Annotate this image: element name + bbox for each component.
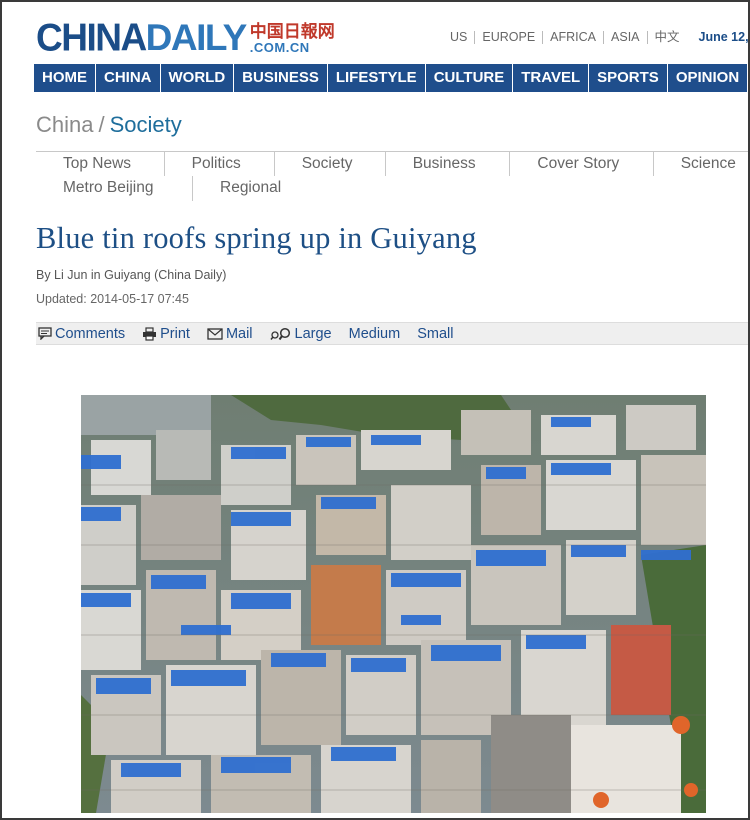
header-date: June 12,	[698, 30, 749, 44]
print-label: Print	[160, 325, 190, 342]
subnav-regional[interactable]: Regional	[193, 176, 323, 201]
nav-opinion[interactable]: OPINION	[668, 64, 748, 92]
subnav-metro-beijing[interactable]: Metro Beijing	[36, 176, 193, 201]
breadcrumb-separator: /	[98, 112, 105, 137]
logo-chinese-text: 中国日報网	[249, 22, 335, 42]
subnav-cover-story[interactable]: Cover Story	[510, 152, 654, 176]
nav-home[interactable]: HOME	[34, 64, 96, 92]
nav-business[interactable]: BUSINESS	[234, 64, 328, 92]
nav-sports[interactable]: SPORTS	[589, 64, 668, 92]
print-button[interactable]: Print	[142, 326, 190, 342]
comments-button[interactable]: Comments	[38, 326, 125, 342]
mail-icon	[207, 327, 223, 340]
subnav-top-news[interactable]: Top News	[36, 152, 165, 176]
print-icon	[142, 326, 157, 341]
logo-china-text: CHINA	[36, 15, 147, 59]
font-large-label: Large	[294, 325, 332, 342]
subnav-politics[interactable]: Politics	[165, 152, 275, 176]
edition-africa[interactable]: AFRICA	[542, 30, 603, 44]
subnav-row: Top News Politics Society Business Cover…	[36, 151, 748, 176]
nav-travel[interactable]: TRAVEL	[513, 64, 590, 92]
nav-china[interactable]: CHINA	[96, 64, 161, 92]
main-nav: HOME CHINA WORLD BUSINESS LIFESTYLE CULT…	[34, 64, 748, 92]
article-photo	[81, 395, 706, 813]
article-byline: By Li Jun in Guiyang (China Daily)	[36, 268, 227, 282]
subnav-row: Metro Beijing Regional	[36, 176, 748, 201]
logo-domain: 中国日報网 .COM.CN	[250, 24, 335, 56]
font-small-button[interactable]: Small	[417, 326, 453, 342]
nav-world[interactable]: WORLD	[161, 64, 235, 92]
photo-guiyang-rooftops	[81, 395, 706, 813]
article-title: Blue tin roofs spring up in Guiyang	[36, 221, 477, 255]
edition-europe[interactable]: EUROPE	[474, 30, 542, 44]
zoom-icon	[269, 327, 292, 341]
mail-label: Mail	[225, 325, 253, 342]
article-updated: Updated: 2014-05-17 07:45	[36, 292, 189, 306]
subnav-business[interactable]: Business	[386, 152, 511, 176]
mail-button[interactable]: Mail	[207, 326, 253, 342]
site-logo[interactable]: CHINA DAILY 中国日報网 .COM.CN	[36, 15, 335, 59]
breadcrumb-china[interactable]: China	[36, 112, 93, 137]
font-large-button[interactable]: Large	[269, 325, 332, 342]
article-toolbar: Comments Print Mail Large Medium Small	[36, 322, 748, 345]
subnav-society[interactable]: Society	[275, 152, 386, 176]
site-header: CHINA DAILY 中国日報网 .COM.CN US EUROPE AFRIC…	[2, 2, 749, 64]
nav-culture[interactable]: CULTURE	[426, 64, 514, 92]
section-subnav: Top News Politics Society Business Cover…	[36, 151, 748, 201]
subnav-science[interactable]: Science	[654, 152, 748, 176]
logo-domain-text: .COM.CN	[249, 40, 310, 55]
page-frame: CHINA DAILY 中国日報网 .COM.CN US EUROPE AFRIC…	[0, 0, 750, 820]
edition-asia[interactable]: ASIA	[603, 30, 647, 44]
breadcrumb-society[interactable]: Society	[110, 112, 182, 137]
edition-chinese[interactable]: 中文	[646, 30, 687, 44]
font-medium-button[interactable]: Medium	[349, 326, 401, 342]
breadcrumb: China / Society	[36, 112, 182, 138]
comments-icon	[38, 327, 52, 340]
comments-label: Comments	[55, 325, 126, 342]
edition-us[interactable]: US	[450, 30, 474, 44]
edition-links: US EUROPE AFRICA ASIA 中文 June 12,	[450, 30, 749, 44]
nav-lifestyle[interactable]: LIFESTYLE	[328, 64, 426, 92]
logo-daily-text: DAILY	[145, 17, 248, 58]
